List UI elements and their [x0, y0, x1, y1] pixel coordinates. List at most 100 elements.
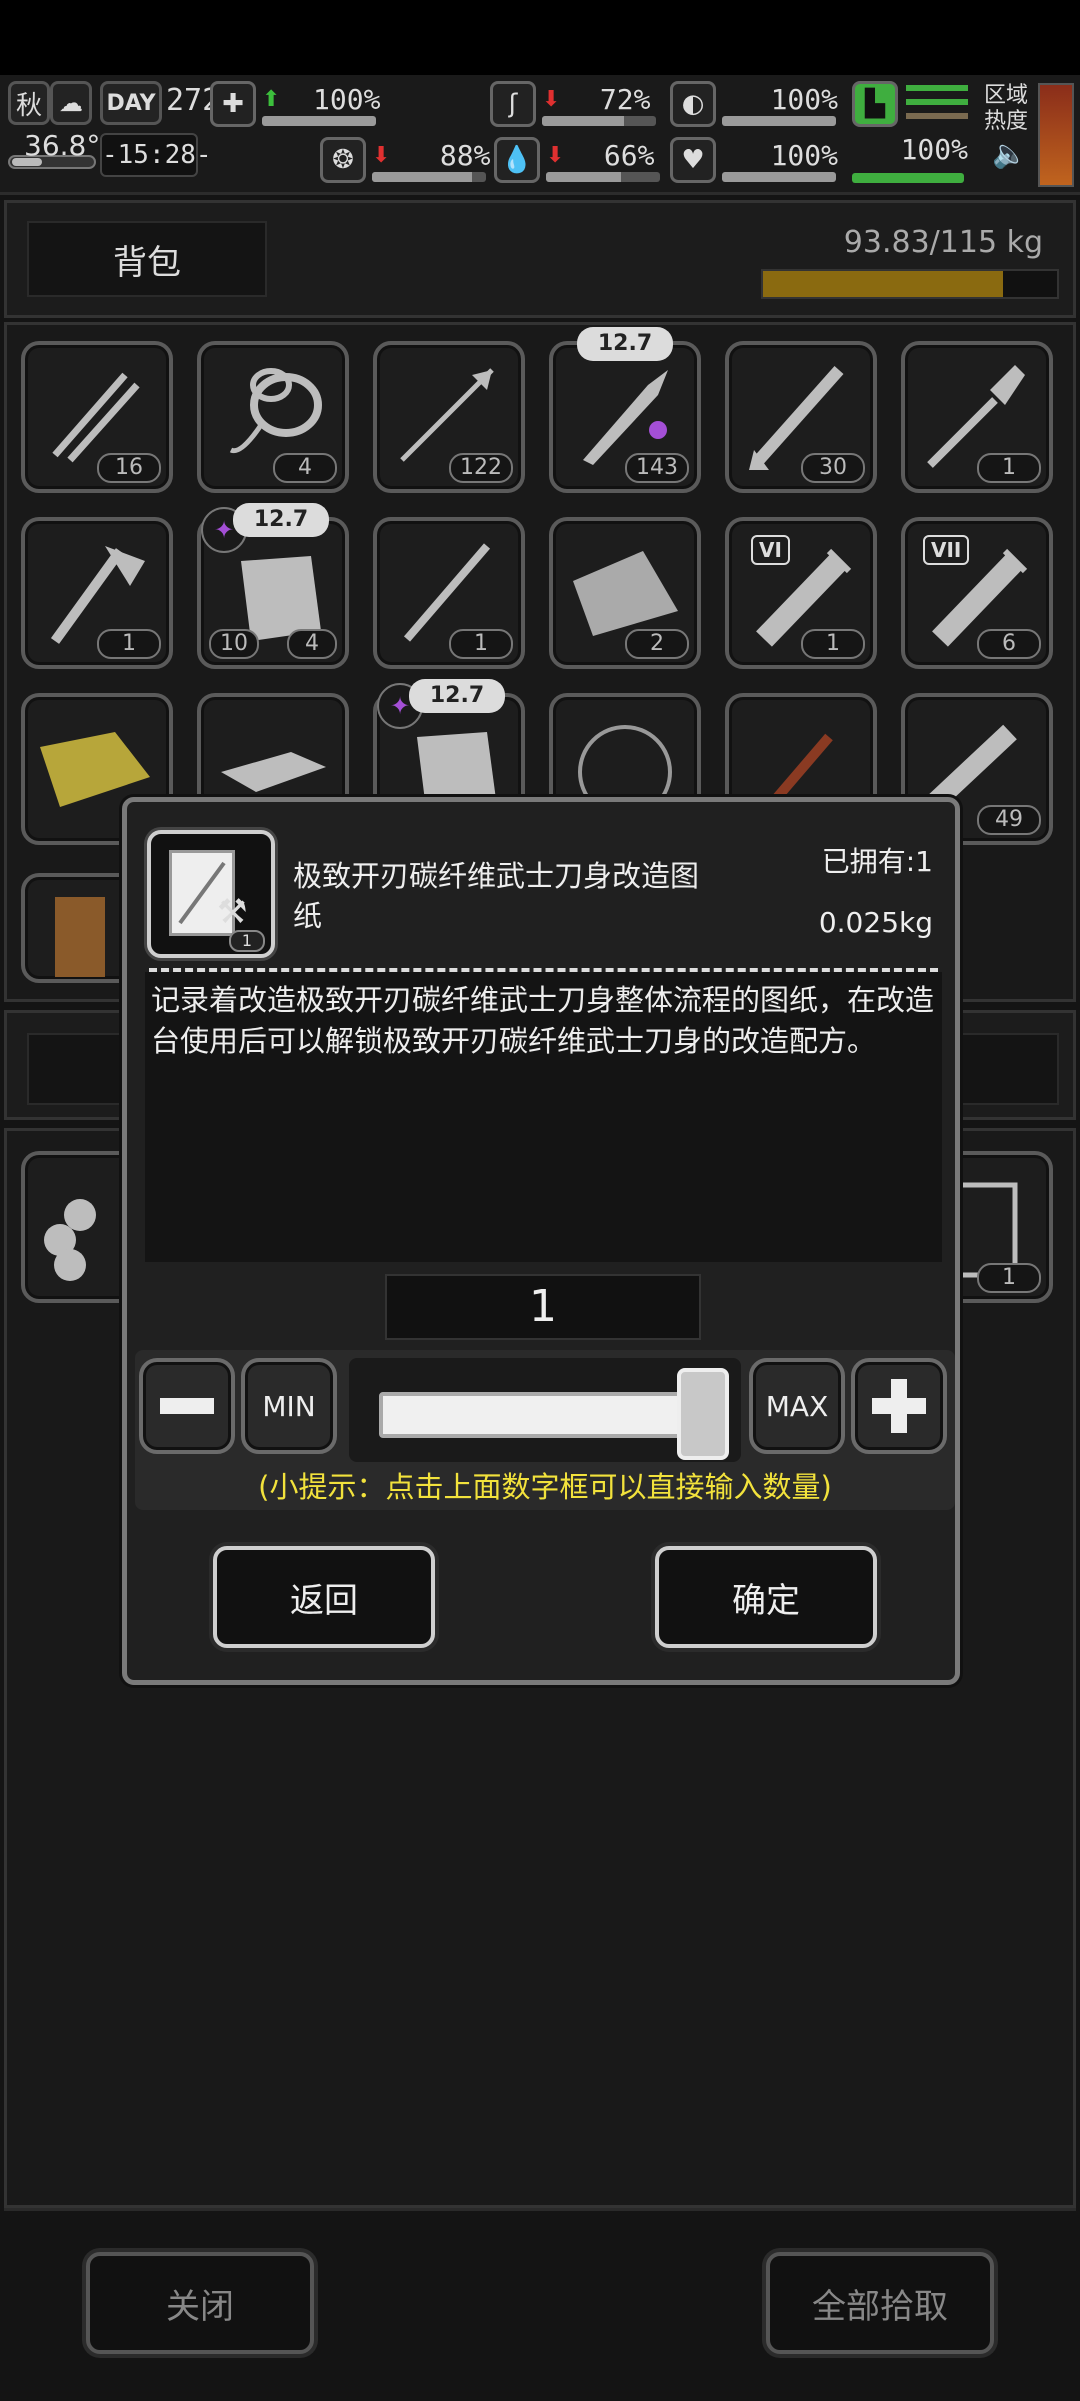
thumb-count: 1 [229, 930, 265, 952]
armor-icon: ◐ [670, 81, 716, 127]
quantity-slider-track-bg [349, 1358, 741, 1462]
sanity-value: 88% [439, 138, 491, 172]
quantity-slider-handle[interactable] [677, 1368, 729, 1460]
mood-bar [722, 171, 836, 182]
backpack-header: 背包 93.83/115 kg [4, 200, 1076, 318]
pickup-all-label: 全部拾取 [812, 2286, 948, 2327]
item-left-count: 10 [209, 629, 259, 659]
stat-sanity: ❂ ⬇ 88% [320, 137, 490, 183]
inventory-slot-syringe-vi[interactable]: VI 1 [725, 517, 877, 669]
inventory-slot-lockpick[interactable]: 16 [21, 341, 173, 493]
sanity-bar [372, 171, 486, 182]
item-description: 记录着改造极致开刃碳纤维武士刀身整体流程的图纸，在改造台使用后可以解锁极致开刃碳… [151, 983, 935, 1058]
wrench-icon: ⚒ [217, 892, 248, 932]
item-count: 122 [449, 453, 513, 483]
inventory-slot-syringe-vii[interactable]: VII 6 [901, 517, 1053, 669]
item-count: 6 [977, 629, 1041, 659]
boot-icon: ▙ [852, 81, 898, 127]
thirst-value: 66% [603, 138, 655, 172]
item-count: 1 [97, 629, 161, 659]
inventory-slot-rope[interactable]: 4 [197, 341, 349, 493]
owned-count: 已拥有:1 [821, 845, 933, 878]
minus-icon [160, 1398, 214, 1414]
close-button[interactable]: 关闭 [86, 2252, 314, 2354]
item-count: 16 [97, 453, 161, 483]
item-count: 1 [977, 1263, 1041, 1293]
area-heat-label: 区域 热度 [984, 83, 1029, 134]
thirst-bar [546, 171, 660, 182]
item-count: 2 [625, 629, 689, 659]
item-thumbnail: ⚒ 1 [147, 830, 275, 958]
area-heat-meter [1038, 83, 1074, 187]
hud-bar: 秋 ☁ DAY 272 36.8°C -15:28- ✚ ⬆ 100% ʃ ⬇ 72… [0, 75, 1080, 195]
inventory-slot-axe[interactable]: 1 [21, 517, 173, 669]
season-badge: 秋 [8, 81, 50, 125]
item-detail-dialog: ⚒ 1 极致开刃碳纤维武士刀身改造图纸 已拥有:1 0.025kg 记录着改造极… [122, 797, 960, 1685]
stat-health: ✚ ⬆ 100% [210, 81, 380, 127]
increment-button[interactable] [851, 1358, 947, 1454]
inventory-slot-ammo-127[interactable]: 12.7 143 [549, 327, 701, 493]
item-count: 1 [801, 629, 865, 659]
max-label: MAX [765, 1389, 829, 1423]
stomach-icon: ʃ [490, 81, 536, 127]
quantity-slider-track[interactable] [379, 1392, 689, 1438]
back-button[interactable]: 返回 [213, 1546, 435, 1648]
stat-stamina: ▙ 100% [850, 81, 970, 193]
item-count: 30 [801, 453, 865, 483]
item-count: 1 [977, 453, 1041, 483]
hunger-value: 72% [599, 82, 651, 116]
inventory-slot-armor-vest[interactable]: ✦ 12.7 10 4 [197, 503, 349, 669]
trend-down-icon: ⬇ [546, 142, 565, 168]
item-count: 143 [625, 453, 689, 483]
confirm-button[interactable]: 确定 [655, 1546, 877, 1648]
day-label: DAY [106, 90, 156, 116]
plus-icon [872, 1379, 926, 1433]
inventory-slot-shovel[interactable]: 1 [901, 341, 1053, 493]
heart-icon: ♥ [670, 137, 716, 183]
inventory-slot-arrow[interactable]: 122 [373, 341, 525, 493]
quantity-input[interactable]: 1 [385, 1274, 701, 1340]
quantity-hint: (小提示：点击上面数字框可以直接输入数量) [258, 1470, 832, 1504]
item-name: 极致开刃碳纤维武士刀身改造图纸 [293, 859, 700, 933]
inventory-slot-cloth[interactable]: 2 [549, 517, 701, 669]
pickup-all-button[interactable]: 全部拾取 [766, 2252, 994, 2354]
item-count: 1 [449, 629, 513, 659]
day-badge: DAY [100, 81, 162, 125]
hunger-bar [542, 115, 656, 126]
season-label: 秋 [15, 90, 42, 121]
back-label: 返回 [290, 1580, 358, 1621]
item-count: 49 [977, 805, 1041, 835]
item-count: 4 [273, 453, 337, 483]
system-status-bar [0, 0, 1080, 75]
stat-armor: ◐ 100% [670, 81, 838, 127]
health-bar [262, 115, 376, 126]
backpack-title: 背包 [113, 242, 181, 283]
stat-mood: ♥ 100% [670, 137, 838, 183]
clock-readout: -15:28- [100, 133, 212, 177]
backpack-tab[interactable]: 背包 [27, 221, 267, 297]
confirm-label: 确定 [732, 1580, 800, 1621]
min-label: MIN [262, 1389, 316, 1423]
max-button[interactable]: MAX [749, 1358, 845, 1454]
first-aid-icon: ✚ [210, 81, 256, 127]
inventory-slot-rocket[interactable]: 30 [725, 341, 877, 493]
min-button[interactable]: MIN [241, 1358, 337, 1454]
decrement-button[interactable] [139, 1358, 235, 1454]
description-area: 记录着改造极致开刃碳纤维武士刀身整体流程的图纸，在改造台使用后可以解锁极致开刃碳… [145, 968, 942, 1262]
brain-icon: ❂ [320, 137, 366, 183]
inventory-slot-screwdriver[interactable]: 1 [373, 517, 525, 669]
stat-hunger: ʃ ⬇ 72% [490, 81, 656, 127]
stamina-bar [852, 173, 964, 183]
stat-thirst: 💧 ⬇ 66% [494, 137, 660, 183]
trend-up-icon: ⬆ [262, 86, 281, 112]
mood-value: 100% [770, 138, 838, 172]
armor-bar [722, 115, 836, 126]
health-value: 100% [313, 82, 381, 116]
speaker-icon[interactable]: 🔈 [992, 137, 1027, 170]
weight-readout: 93.83/115 kg [843, 225, 1043, 260]
close-label: 关闭 [166, 2286, 234, 2327]
trend-down-icon: ⬇ [372, 142, 391, 168]
weight-bar [761, 269, 1059, 299]
weather-icon: ☁ [50, 81, 92, 125]
armor-value: 100% [770, 82, 838, 116]
